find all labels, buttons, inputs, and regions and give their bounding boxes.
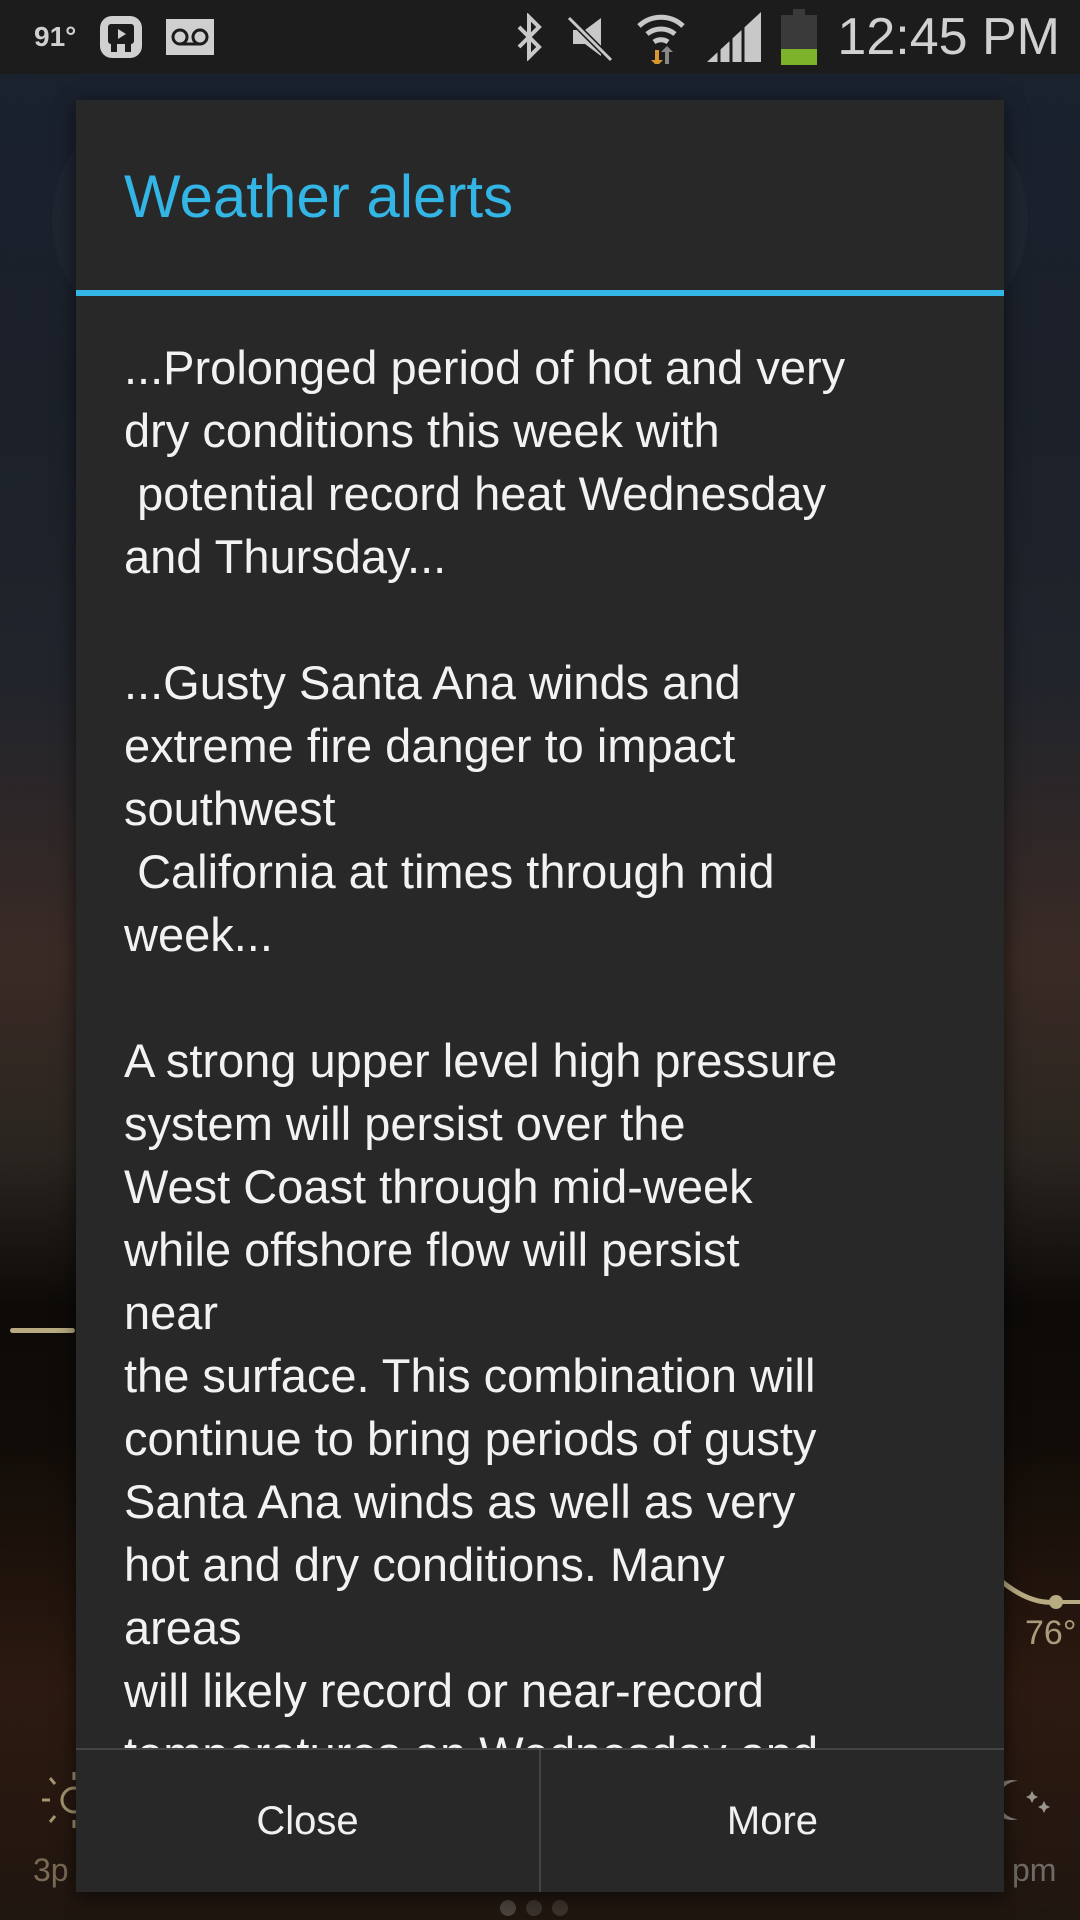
moon-icon bbox=[1000, 1780, 1050, 1820]
temperature-graph-line bbox=[10, 1328, 75, 1333]
status-time: 12:45 PM bbox=[837, 8, 1060, 66]
signal-icon bbox=[707, 12, 762, 62]
wifi-icon bbox=[635, 10, 687, 64]
page-indicator bbox=[500, 1900, 568, 1916]
page-dot[interactable] bbox=[526, 1900, 542, 1916]
more-button[interactable]: More bbox=[541, 1750, 1004, 1892]
status-bar: 91° 12:45 PM bbox=[0, 0, 1080, 74]
voicemail-icon bbox=[166, 19, 215, 55]
alert-message: ...Prolonged period of hot and very dry … bbox=[124, 341, 846, 1748]
temperature-graph-curve bbox=[1000, 1578, 1080, 1609]
app-notification-icon bbox=[98, 14, 144, 60]
page-dot[interactable] bbox=[500, 1900, 516, 1916]
battery-icon bbox=[781, 9, 818, 65]
forecast-time-label: pm bbox=[1012, 1852, 1057, 1888]
mute-icon bbox=[565, 12, 615, 62]
bluetooth-icon bbox=[515, 13, 545, 61]
graph-temperature-label: 76° bbox=[1025, 1614, 1077, 1652]
weather-alerts-dialog: Weather alerts ...Prolonged period of ho… bbox=[76, 100, 1004, 1892]
dialog-title: Weather alerts bbox=[124, 163, 514, 230]
page-dot[interactable] bbox=[552, 1900, 568, 1916]
status-temperature: 91° bbox=[34, 21, 77, 52]
close-button[interactable]: Close bbox=[76, 1750, 539, 1892]
forecast-time-label: 3p bbox=[33, 1852, 69, 1888]
dialog-button-bar: Close More bbox=[76, 1748, 1004, 1892]
dialog-header: Weather alerts bbox=[76, 100, 1004, 290]
alert-scroll-area[interactable]: ...Prolonged period of hot and very dry … bbox=[76, 296, 1004, 1748]
